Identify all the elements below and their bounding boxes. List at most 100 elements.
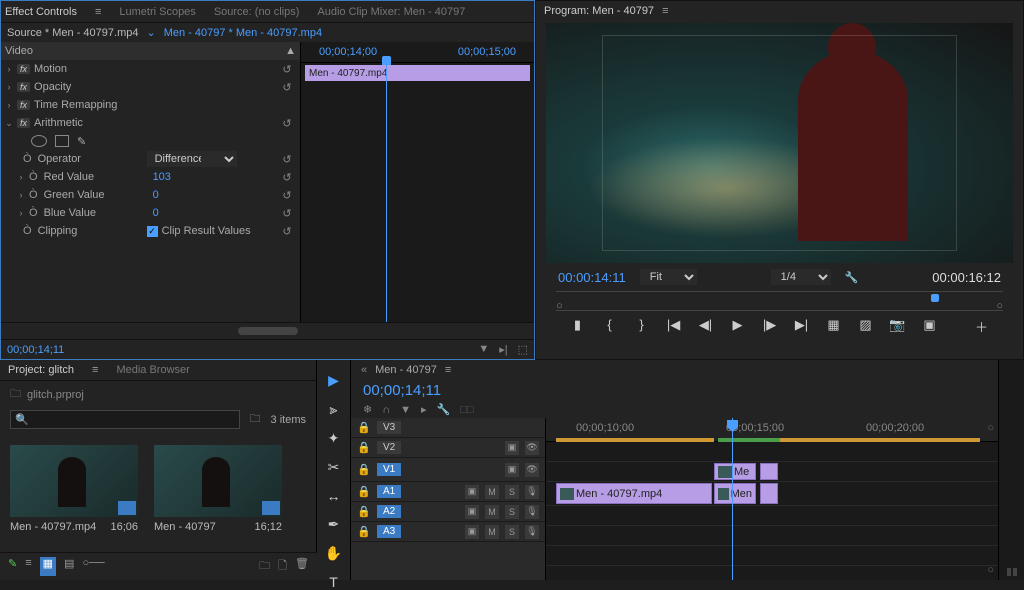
reset-icon[interactable]: ↺ (278, 207, 296, 220)
lift-btn[interactable]: ▦ (824, 317, 844, 336)
new-bin-icon[interactable]: 🗀 (259, 557, 270, 576)
track-v2[interactable]: 🔒V2▣👁 (351, 438, 545, 458)
audio-meter[interactable] (998, 360, 1024, 580)
eye-icon[interactable]: 👁 (525, 463, 539, 477)
ec-scrollbar[interactable] (238, 327, 298, 335)
lane-a2[interactable] (546, 526, 998, 546)
hand-tool[interactable]: ✋ (325, 545, 342, 562)
prop-blue[interactable]: ›Ò Blue Value 0 ↺ (1, 204, 300, 222)
tl-scroll-bottom[interactable]: ○ (987, 564, 994, 576)
track-v3[interactable]: 🔒V3 (351, 418, 545, 438)
tab-lumetri[interactable]: Lumetri Scopes (119, 6, 195, 18)
output-icon[interactable]: ▣ (505, 463, 519, 477)
operator-select[interactable]: Difference (147, 151, 237, 167)
eye-icon[interactable]: 👁 (525, 441, 539, 455)
effect-opacity[interactable]: ›fx Opacity ↺ (1, 78, 300, 96)
timeline-ruler[interactable]: 00;00;10;00 00;00;15;00 00;00;20;00 (546, 418, 998, 442)
program-video-frame[interactable] (546, 23, 1013, 263)
timeline-playhead[interactable] (732, 418, 733, 580)
zoom-slider[interactable]: ○── (82, 557, 104, 576)
sequence-link[interactable]: Men - 40797 * Men - 40797.mp4 (164, 27, 322, 39)
add-button[interactable]: ＋ (972, 317, 992, 336)
tl-scroll-top[interactable]: ○ (987, 422, 994, 434)
snap-icon[interactable]: ❄ (363, 403, 372, 416)
lane-a1[interactable] (546, 506, 998, 526)
zoom-dropdown[interactable]: 1/4 (771, 269, 831, 285)
wrench-icon[interactable]: 🔧 (845, 271, 859, 284)
stopwatch-icon[interactable]: Ò (23, 153, 32, 165)
tab-project[interactable]: Project: glitch (8, 364, 74, 376)
search-input[interactable]: 🔍 (10, 410, 240, 429)
timeline-sequence-name[interactable]: Men - 40797 (375, 364, 437, 376)
trash-icon[interactable]: 🗑 (295, 557, 309, 576)
effect-motion[interactable]: ›fx Motion ↺ (1, 60, 300, 78)
video-section[interactable]: Video ▲ (1, 42, 300, 60)
mask-pen-icon[interactable]: ✎ (77, 135, 86, 148)
tab-audio-mixer[interactable]: Audio Clip Mixer: Men - 40797 (317, 6, 465, 18)
reset-icon[interactable]: ↺ (278, 189, 296, 202)
clip-v1-c[interactable] (760, 483, 778, 504)
mark-in-btn[interactable]: ▮ (568, 317, 588, 336)
track-select-tool[interactable]: ⫸ (330, 401, 338, 418)
step-fwd-btn[interactable]: |▶ (760, 317, 780, 336)
timeline-tracks[interactable]: 00;00;10;00 00;00;15;00 00;00;20;00 Me M… (546, 418, 998, 580)
ec-timecode[interactable]: 00;00;14;11 (7, 344, 64, 356)
timeline-timecode[interactable]: 00;00;14;11 (363, 382, 441, 399)
compare-btn[interactable]: ▣ (920, 317, 940, 336)
mark-out-open[interactable]: { (600, 317, 620, 336)
menu-icon[interactable]: ≡ (92, 364, 98, 376)
effect-arithmetic[interactable]: ⌄fx Arithmetic ↺ (1, 114, 300, 132)
reset-icon[interactable]: ↺ (278, 81, 296, 94)
lane-v1[interactable]: Men - 40797.mp4 Men (546, 482, 998, 506)
selection-tool[interactable]: ▶ (328, 372, 339, 389)
marker-icon[interactable]: ▼ (400, 404, 411, 416)
clip-v1-main[interactable]: Men - 40797.mp4 (556, 483, 712, 504)
bin-item[interactable]: Men - 4079716;12 (154, 445, 282, 533)
output-icon[interactable]: ▣ (505, 441, 519, 455)
solo-btn[interactable]: S (505, 485, 519, 499)
freeform-icon[interactable]: ▤ (64, 557, 74, 576)
voice-icon[interactable]: 🎙 (525, 485, 539, 499)
prop-clipping[interactable]: Ò Clipping ✓ Clip Result Values ↺ (1, 222, 300, 240)
ec-playhead[interactable] (386, 62, 387, 322)
slip-tool[interactable]: ↔ (327, 488, 341, 504)
mute-btn[interactable]: M (485, 485, 499, 499)
prop-operator[interactable]: Ò Operator Difference ↺ (1, 150, 300, 168)
clip-v2b[interactable] (760, 463, 778, 480)
stopwatch-icon[interactable]: Ò (29, 207, 38, 219)
pen-tool[interactable]: ✒ (328, 516, 340, 533)
ec-ruler[interactable]: 00;00;14;00 00;00;15;00 (301, 42, 534, 63)
blue-value[interactable]: 0 (153, 207, 274, 219)
go-out-btn[interactable]: ▶| (792, 317, 812, 336)
stopwatch-icon[interactable]: Ò (23, 225, 32, 237)
go-in-btn[interactable]: |◀ (664, 317, 684, 336)
pen-icon[interactable]: ✎ (8, 557, 17, 576)
prop-red[interactable]: ›Ò Red Value 103 ↺ (1, 168, 300, 186)
type-tool[interactable]: T (329, 574, 338, 590)
linked-sel-icon[interactable]: ∩ (382, 404, 390, 416)
menu-icon[interactable]: ≡ (662, 5, 668, 17)
sequence-settings-icon[interactable]: □□ (460, 404, 473, 416)
kf-next-icon[interactable]: ⬚ (518, 343, 528, 356)
stopwatch-icon[interactable]: Ò (29, 171, 38, 183)
reset-icon[interactable]: ↺ (278, 225, 296, 238)
icon-view-icon[interactable]: ▦ (40, 557, 56, 576)
lane-v3[interactable] (546, 442, 998, 462)
kf-prev-icon[interactable]: ▸| (499, 343, 507, 356)
clip-v1-b[interactable]: Men (714, 483, 756, 504)
ripple-tool[interactable]: ✦ (328, 430, 340, 447)
stopwatch-icon[interactable]: Ò (29, 189, 38, 201)
tab-media-browser[interactable]: Media Browser (116, 364, 189, 376)
mask-rect-icon[interactable] (55, 135, 69, 147)
green-value[interactable]: 0 (153, 189, 274, 201)
track-a3[interactable]: 🔒A3▣MS🎙 (351, 522, 545, 542)
prop-green[interactable]: ›Ò Green Value 0 ↺ (1, 186, 300, 204)
reset-icon[interactable]: ↺ (278, 171, 296, 184)
tab-effect-controls[interactable]: Effect Controls (5, 6, 77, 18)
lane-a3[interactable] (546, 546, 998, 566)
red-value[interactable]: 103 (153, 171, 274, 183)
tab-source[interactable]: Source: (no clips) (214, 6, 300, 18)
reset-icon[interactable]: ↺ (278, 153, 296, 166)
filter-bin-icon[interactable]: 🗀 (250, 410, 261, 429)
program-ruler[interactable]: ○ ○ (556, 291, 1003, 311)
